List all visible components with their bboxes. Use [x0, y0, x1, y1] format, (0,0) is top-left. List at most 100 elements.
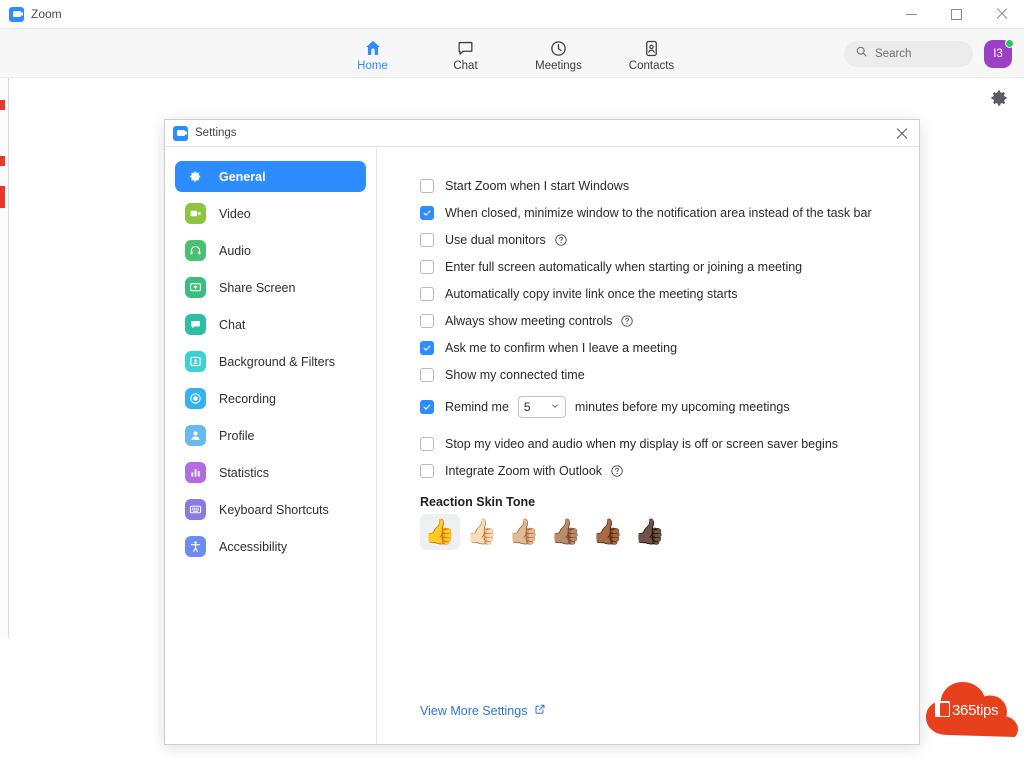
sidebar-item-background-filters[interactable]: Background & Filters: [175, 346, 366, 377]
sidebar-item-keyboard-shortcuts-label: Keyboard Shortcuts: [219, 502, 329, 517]
sidebar-item-accessibility-label: Accessibility: [219, 539, 288, 554]
option-enter-full-screen-automatically[interactable]: Enter full screen automatically when sta…: [420, 253, 919, 280]
settings-dialog-titlebar: Settings: [165, 120, 919, 147]
nav-tab-home[interactable]: Home: [339, 34, 407, 73]
option-label: Use dual monitors: [445, 232, 546, 247]
checkbox[interactable]: [420, 436, 434, 451]
window-titlebar: Zoom: [0, 0, 1024, 29]
nav-tab-meetings[interactable]: Meetings: [525, 34, 593, 73]
checkbox[interactable]: [420, 259, 434, 274]
thumbs-up-medium-dark-icon[interactable]: 👍🏾: [588, 514, 628, 550]
gear-icon[interactable]: [989, 88, 1009, 108]
window-brand: Zoom: [0, 6, 62, 22]
sidebar-item-recording[interactable]: Recording: [175, 383, 366, 414]
window-title: Zoom: [31, 7, 62, 21]
clock-icon: [549, 36, 568, 58]
sidebar-item-video-label: Video: [219, 206, 251, 221]
sidebar-item-keyboard-shortcuts[interactable]: Keyboard Shortcuts: [175, 494, 366, 525]
thumbs-up-default-icon[interactable]: 👍: [420, 514, 460, 550]
sidebar-item-video[interactable]: Video: [175, 198, 366, 229]
sidebar-item-chat-label: Chat: [219, 317, 246, 332]
sidebar-item-general[interactable]: General: [175, 161, 366, 192]
nav-tab-contacts-label: Contacts: [628, 59, 675, 72]
sidebar-item-share-screen[interactable]: Share Screen: [175, 272, 366, 303]
sidebar-item-statistics[interactable]: Statistics: [175, 457, 366, 488]
thumbs-up-medium-light-icon[interactable]: 👍🏼: [504, 514, 544, 550]
chat-bubble-icon: [456, 36, 475, 58]
option-label: When closed, minimize window to the noti…: [445, 205, 872, 220]
watermark-365tips: 365tips: [924, 675, 1020, 741]
headphones-icon: [185, 240, 206, 261]
remind-minutes-value: 5: [523, 400, 531, 414]
gear-icon: [185, 166, 206, 187]
search-placeholder: Search: [875, 47, 912, 60]
close-settings-button[interactable]: [885, 120, 919, 147]
nav-tabs: Home Chat Meetings Contacts: [339, 34, 686, 73]
thumbs-up-light-icon[interactable]: 👍🏻: [462, 514, 502, 550]
chevron-down-icon: [550, 398, 560, 416]
option-label: Start Zoom when I start Windows: [445, 178, 630, 193]
remind-suffix-label: minutes before my upcoming meetings: [574, 400, 790, 414]
option-label: Ask me to confirm when I leave a meeting: [445, 340, 678, 355]
view-more-settings-link[interactable]: View More Settings: [420, 703, 546, 718]
option-label: Show my connected time: [445, 367, 585, 382]
checkbox[interactable]: [420, 313, 434, 328]
keyboard-icon: [185, 499, 206, 520]
nav-tab-chat[interactable]: Chat: [432, 34, 500, 73]
thumbs-up-dark-icon[interactable]: 👍🏿: [630, 514, 670, 550]
video-camera-icon: [185, 203, 206, 224]
checkbox[interactable]: [420, 178, 434, 193]
sidebar-item-profile-label: Profile: [219, 428, 255, 443]
record-icon: [185, 388, 206, 409]
external-link-icon: [534, 703, 546, 718]
help-icon[interactable]: [620, 314, 634, 328]
settings-dialog-title: Settings: [195, 127, 237, 139]
checkbox[interactable]: [420, 232, 434, 247]
option-auto-copy-invite-link[interactable]: Automatically copy invite link once the …: [420, 280, 919, 307]
option-always-show-meeting-controls[interactable]: Always show meeting controls: [420, 307, 919, 334]
cloud-shape-icon: [926, 682, 1018, 737]
option-integrate-zoom-with-outlook[interactable]: Integrate Zoom with Outlook: [420, 457, 919, 484]
nav-tab-contacts[interactable]: Contacts: [618, 34, 686, 73]
sidebar-item-recording-label: Recording: [219, 391, 276, 406]
view-more-settings-label: View More Settings: [420, 703, 528, 718]
maximize-button[interactable]: [934, 0, 979, 29]
option-stop-video-audio-on-display-off[interactable]: Stop my video and audio when my display …: [420, 430, 919, 457]
sidebar-item-general-label: General: [219, 169, 266, 184]
checkbox[interactable]: [420, 340, 434, 355]
option-use-dual-monitors[interactable]: Use dual monitors: [420, 226, 919, 253]
option-minimize-to-notification-area[interactable]: When closed, minimize window to the noti…: [420, 199, 919, 226]
option-confirm-leave-meeting[interactable]: Ask me to confirm when I leave a meeting: [420, 334, 919, 361]
navbar-right-cluster: Search I3: [844, 29, 1014, 78]
edge-marker: [0, 156, 5, 166]
checkbox[interactable]: [420, 286, 434, 301]
checkbox[interactable]: [420, 400, 434, 414]
remind-minutes-select[interactable]: 5: [517, 396, 566, 418]
option-show-connected-time[interactable]: Show my connected time: [420, 361, 919, 388]
sidebar-item-chat[interactable]: Chat: [175, 309, 366, 340]
close-window-button[interactable]: [979, 0, 1024, 29]
avatar[interactable]: I3: [984, 38, 1014, 68]
option-remind-me-before-meetings[interactable]: Remind me 5 minutes before my upcoming m…: [420, 392, 919, 422]
office-icon: [935, 701, 950, 717]
home-icon: [363, 36, 383, 58]
checkbox[interactable]: [420, 367, 434, 382]
option-label: Integrate Zoom with Outlook: [445, 463, 603, 478]
sidebar-item-audio[interactable]: Audio: [175, 235, 366, 266]
minimize-button[interactable]: [889, 0, 934, 29]
checkbox[interactable]: [420, 463, 434, 478]
background-filters-icon: [185, 351, 206, 372]
watermark-text: 365tips: [952, 702, 999, 719]
close-icon: [996, 8, 1008, 20]
bar-chart-icon: [185, 462, 206, 483]
option-start-zoom-with-windows[interactable]: Start Zoom when I start Windows: [420, 172, 919, 199]
sidebar-item-profile[interactable]: Profile: [175, 420, 366, 451]
help-icon[interactable]: [554, 233, 568, 247]
help-icon[interactable]: [610, 464, 624, 478]
checkbox[interactable]: [420, 205, 434, 220]
thumbs-up-medium-icon[interactable]: 👍🏽: [546, 514, 586, 550]
window-controls: [889, 0, 1024, 29]
share-screen-icon: [185, 277, 206, 298]
sidebar-item-accessibility[interactable]: Accessibility: [175, 531, 366, 562]
search-input[interactable]: Search: [844, 40, 973, 67]
